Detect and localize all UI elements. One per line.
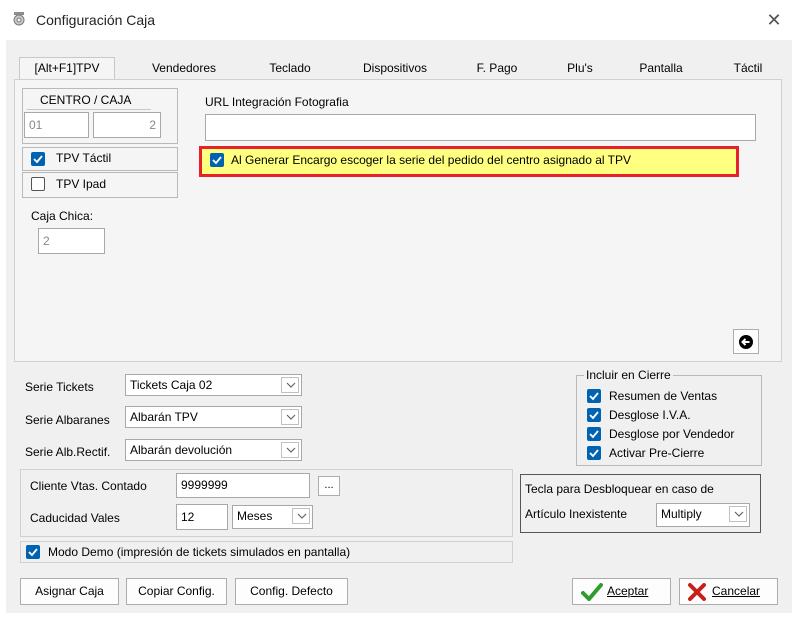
checkmark-icon [581,583,603,601]
close-button[interactable]: ✕ [757,6,791,34]
tab-tactil[interactable]: Táctil [718,59,778,80]
serie-alb-rectif-label: Serie Alb.Rectif. [25,445,111,459]
configuration-icon [11,11,27,27]
incluir-cierre-title: Incluir en Cierre [584,368,673,382]
serie-tickets-select[interactable]: Tickets Caja 02 [125,374,302,396]
cliente-label: Cliente Vtas. Contado [30,479,147,493]
serie-albaranes-select[interactable]: Albarán TPV [125,406,302,428]
resumen-ventas-checkbox[interactable] [587,389,601,403]
modo-demo-checkbox[interactable] [26,545,40,559]
title-bar: Configuración Caja ✕ [0,0,798,40]
cliente-input[interactable]: 9999999 [176,473,310,498]
serie-albaranes-label: Serie Albaranes [25,413,110,427]
modo-demo-label: Modo Demo (impresión de tickets simulado… [48,545,351,559]
activar-precierre-checkbox[interactable] [587,446,601,460]
activar-precierre-label: Activar Pre-Cierre [609,446,705,460]
desglose-iva-label: Desglose I.V.A. [609,408,691,422]
tab-fpago[interactable]: F. Pago [464,59,530,80]
caja-field[interactable]: 2 [93,112,161,138]
centro-field[interactable]: 01 [24,112,89,138]
url-foto-input[interactable] [205,114,756,141]
encargo-label: Al Generar Encargo escoger la serie del … [231,153,632,167]
window-title: Configuración Caja [36,12,156,28]
chevron-down-icon [281,409,299,425]
tab-plus[interactable]: Plu's [554,59,606,80]
tab-tpv[interactable]: [Alt+F1]TPV [19,57,115,80]
tpv-tactil-checkbox[interactable] [31,152,45,166]
tecla-select[interactable]: Multiply [656,503,750,527]
chevron-down-icon [729,506,747,522]
copiar-config-button[interactable]: Copiar Config. [126,578,227,605]
tab-pantalla[interactable]: Pantalla [628,59,694,80]
asignar-caja-button[interactable]: Asignar Caja [20,578,119,605]
desglose-iva-checkbox[interactable] [587,408,601,422]
chevron-down-icon [281,442,299,458]
url-foto-label: URL Integración Fotografia [205,95,349,109]
desglose-vendedor-label: Desglose por Vendedor [609,427,735,441]
arrow-left-icon [739,335,753,349]
chevron-down-icon [281,377,299,393]
tpv-ipad-checkbox[interactable] [31,177,45,191]
back-arrow-button[interactable] [733,329,759,354]
tecla-line1: Tecla para Desbloquear en caso de [525,482,714,496]
tpv-ipad-label: TPV Ipad [56,177,107,191]
desglose-vendedor-checkbox[interactable] [587,427,601,441]
caducidad-label: Caducidad Vales [30,511,120,525]
close-icon: ✕ [766,10,782,30]
chevron-down-icon [292,508,310,524]
cross-icon [688,583,706,601]
tab-teclado[interactable]: Teclado [255,59,325,80]
tecla-line2: Artículo Inexistente [525,507,628,521]
serie-alb-rectif-select[interactable]: Albarán devolución [125,439,302,461]
serie-tickets-label: Serie Tickets [25,380,94,394]
divider [27,109,151,110]
tab-dispositivos[interactable]: Dispositivos [350,59,440,80]
centro-caja-header: CENTRO / CAJA [40,93,132,107]
cliente-browse-button[interactable]: ... [318,476,340,496]
caja-chica-label: Caja Chica: [31,209,94,223]
caja-chica-field[interactable]: 2 [38,228,105,254]
resumen-ventas-label: Resumen de Ventas [609,389,718,403]
cancelar-button[interactable]: Cancelar [679,578,778,605]
caducidad-input[interactable]: 12 [176,504,228,530]
tab-vendedores[interactable]: Vendedores [140,59,228,80]
caducidad-unit-select[interactable]: Meses [232,505,313,529]
encargo-checkbox[interactable] [210,153,224,167]
config-defecto-button[interactable]: Config. Defecto [235,578,348,605]
tpv-tactil-label: TPV Táctil [56,151,112,165]
aceptar-button[interactable]: Aceptar [572,578,671,605]
